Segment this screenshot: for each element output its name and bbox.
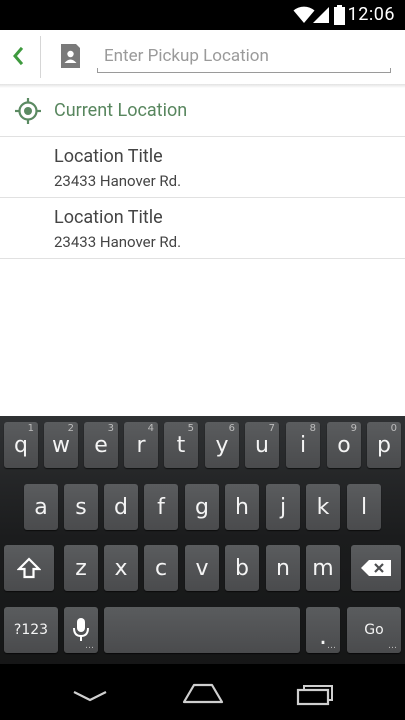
key-t[interactable]: 5t <box>164 422 198 468</box>
wifi-icon <box>293 6 315 23</box>
key-i[interactable]: 8i <box>286 422 320 468</box>
key-l[interactable]: l <box>347 484 381 530</box>
key-e[interactable]: 3e <box>84 422 118 468</box>
hide-keyboard-icon[interactable] <box>72 690 108 702</box>
toolbar-divider <box>40 36 41 78</box>
key-x[interactable]: x <box>104 545 138 591</box>
input-underline <box>97 68 391 73</box>
key-k[interactable]: k <box>306 484 340 530</box>
recent-apps-icon[interactable] <box>296 684 334 706</box>
search-bar <box>0 30 405 84</box>
key-p[interactable]: 0p <box>367 422 401 468</box>
long-press-indicator: … <box>388 641 397 651</box>
key-a[interactable]: a <box>24 484 58 530</box>
signal-icon <box>313 7 329 23</box>
battery-icon <box>334 5 345 25</box>
contacts-book-icon[interactable] <box>59 43 81 69</box>
shift-key[interactable] <box>4 545 54 591</box>
key-c[interactable]: c <box>144 545 178 591</box>
status-bar: 12:06 <box>0 0 405 30</box>
status-time: 12:06 <box>347 4 395 25</box>
key-r[interactable]: 4r <box>124 422 158 468</box>
long-press-indicator: … <box>327 641 336 651</box>
go-key[interactable]: Go … <box>347 607 401 653</box>
key-q[interactable]: 1q <box>4 422 38 468</box>
key-u[interactable]: 7u <box>245 422 279 468</box>
long-press-indicator: … <box>85 641 94 651</box>
voice-input-key[interactable]: … <box>64 607 98 653</box>
key-w[interactable]: 2w <box>44 422 78 468</box>
shift-icon <box>17 557 41 579</box>
key-z[interactable]: z <box>64 545 98 591</box>
key-d[interactable]: d <box>104 484 138 530</box>
location-title: Location Title <box>54 146 163 167</box>
key-n[interactable]: n <box>266 545 300 591</box>
key-v[interactable]: v <box>185 545 219 591</box>
location-target-icon <box>15 98 41 124</box>
pickup-location-input[interactable] <box>98 41 394 71</box>
location-address: 23433 Hanover Rd. <box>54 172 182 190</box>
space-key[interactable] <box>104 607 300 653</box>
backspace-icon <box>361 560 391 576</box>
location-title: Location Title <box>54 207 163 228</box>
location-list-item[interactable]: Location Title 23433 Hanover Rd. <box>0 198 405 259</box>
backspace-key[interactable] <box>351 545 401 591</box>
navigation-bar <box>0 664 405 720</box>
symbols-key[interactable]: ?123 <box>4 607 58 653</box>
period-key[interactable]: . … <box>306 607 340 653</box>
key-j[interactable]: j <box>266 484 300 530</box>
key-s[interactable]: s <box>64 484 98 530</box>
location-list-item[interactable]: Location Title 23433 Hanover Rd. <box>0 137 405 198</box>
back-chevron-icon[interactable] <box>11 44 25 68</box>
key-b[interactable]: b <box>225 545 259 591</box>
key-y[interactable]: 6y <box>205 422 239 468</box>
key-h[interactable]: h <box>225 484 259 530</box>
key-o[interactable]: 9o <box>327 422 361 468</box>
key-g[interactable]: g <box>185 484 219 530</box>
key-f[interactable]: f <box>144 484 178 530</box>
location-address: 23433 Hanover Rd. <box>54 233 182 251</box>
microphone-icon <box>73 618 89 641</box>
current-location-row[interactable]: Current Location <box>0 88 405 137</box>
home-icon[interactable] <box>181 682 225 706</box>
current-location-label: Current Location <box>54 100 188 121</box>
key-m[interactable]: m <box>306 545 340 591</box>
